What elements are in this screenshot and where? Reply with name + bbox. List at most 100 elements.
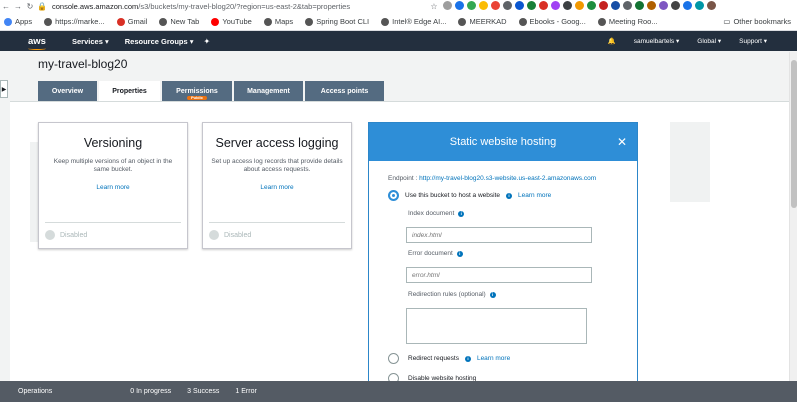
error-document-input[interactable] [406, 267, 592, 283]
learn-more-link[interactable]: Learn more [39, 184, 187, 191]
extension-icon[interactable] [527, 0, 536, 10]
extension-icon[interactable] [479, 0, 488, 10]
star-icon[interactable]: ☆ [428, 1, 440, 13]
extension-icon[interactable] [455, 0, 464, 10]
extension-icon[interactable] [659, 0, 668, 10]
redirection-rules-label: Redirection rules (optional) i [408, 291, 496, 298]
extension-icon[interactable] [491, 0, 500, 10]
tab-label: Overview [51, 87, 84, 95]
aws-logo-text: aws [28, 35, 46, 47]
info-icon[interactable]: i [489, 291, 496, 298]
extension-icon[interactable] [647, 0, 656, 10]
tab-label: Properties [112, 87, 147, 95]
radio-selected-icon[interactable] [388, 190, 399, 201]
index-document-input[interactable] [406, 227, 592, 243]
back-icon[interactable]: ← [0, 1, 12, 13]
extension-icon[interactable] [563, 0, 572, 10]
disabled-radio-icon [209, 230, 219, 240]
server-access-logging-card[interactable]: Server access logging Set up access log … [202, 122, 352, 249]
card-state: Disabled [209, 230, 251, 240]
profile-avatar[interactable] [707, 0, 716, 10]
versioning-card[interactable]: Versioning Keep multiple versions of an … [38, 122, 188, 249]
bookmark-item[interactable]: New Tab [159, 17, 199, 26]
nav-right: 🔔 samuelbartels ▾ Global ▾ Support ▾ [608, 31, 767, 51]
learn-more-link[interactable]: Learn more [203, 184, 351, 191]
extension-icon[interactable] [551, 0, 560, 10]
bookmark-item[interactable]: YouTube [211, 17, 252, 26]
label-text: Index document [408, 210, 455, 217]
tab-access-points[interactable]: Access points [305, 81, 384, 101]
close-icon[interactable]: ✕ [617, 135, 627, 149]
user-menu[interactable]: samuelbartels ▾ [634, 37, 680, 45]
learn-more-link[interactable]: Learn more [477, 355, 510, 362]
extension-icon[interactable] [539, 0, 548, 10]
redirect-requests-option[interactable]: Redirect requests i Learn more [388, 353, 510, 364]
static-website-hosting-card: Static website hosting ✕ Endpoint : http… [368, 122, 638, 384]
bucket-tabs: Overview Properties Permissions Public Ma… [38, 81, 386, 101]
extension-icon[interactable] [503, 0, 512, 10]
label-text: Error document [408, 250, 453, 257]
aws-logo-smile [28, 47, 46, 50]
pin-icon[interactable]: ✦ [204, 37, 211, 46]
extension-icon[interactable] [683, 0, 692, 10]
tab-management[interactable]: Management [234, 81, 303, 101]
extension-icon[interactable] [695, 0, 704, 10]
bookmark-item[interactable]: https://marke... [44, 17, 105, 26]
redirection-rules-textarea[interactable] [406, 308, 587, 344]
info-icon[interactable]: i [506, 192, 513, 199]
extension-icon[interactable] [467, 0, 476, 10]
resource-groups-menu[interactable]: Resource Groups ▾ [125, 37, 194, 46]
info-icon[interactable]: i [458, 210, 465, 217]
tab-properties[interactable]: Properties [99, 81, 160, 101]
card-description: Set up access log records that provide d… [211, 158, 343, 173]
services-menu[interactable]: Services ▾ [72, 37, 109, 46]
extension-icon[interactable] [599, 0, 608, 10]
support-menu[interactable]: Support ▾ [739, 37, 767, 45]
extension-icon[interactable] [635, 0, 644, 10]
resource-groups-label: Resource Groups [124, 36, 188, 46]
divider [209, 222, 345, 223]
services-label: Services [72, 36, 103, 46]
extension-icon[interactable] [587, 0, 596, 10]
other-bookmarks[interactable]: ▭ Other bookmarks [723, 17, 791, 26]
extension-icon[interactable] [611, 0, 620, 10]
endpoint-link[interactable]: http://my-travel-blog20.s3-website.us-ea… [419, 175, 596, 182]
modal-header: Static website hosting ✕ [369, 123, 637, 161]
page-title: my-travel-blog20 [38, 57, 128, 71]
bookmark-item[interactable]: Spring Boot CLI [305, 17, 369, 26]
tab-permissions[interactable]: Permissions Public [162, 81, 232, 101]
side-nav-toggle[interactable]: ▶ [0, 80, 8, 98]
bookmark-item[interactable]: Meeting Roo... [597, 17, 658, 26]
page-scrollbar[interactable] [789, 52, 797, 381]
bell-icon[interactable]: 🔔 [608, 37, 616, 45]
extension-icon[interactable] [515, 0, 524, 10]
radio-icon[interactable] [388, 353, 399, 364]
bookmark-item[interactable]: MEERKAD [458, 17, 507, 26]
region-label: Global [697, 38, 717, 45]
bookmark-item[interactable]: Gmail [116, 17, 147, 26]
info-icon[interactable]: i [456, 250, 463, 257]
bookmark-item[interactable]: Apps [4, 17, 32, 26]
bookmark-item[interactable]: Intel® Edge AI... [381, 17, 446, 26]
bookmark-item[interactable]: Ebooks - Goog... [518, 17, 586, 26]
chevron-down-icon: ▾ [717, 38, 722, 45]
region-menu[interactable]: Global ▾ [697, 37, 721, 45]
forward-icon[interactable]: → [12, 1, 24, 13]
extension-icon[interactable] [671, 0, 680, 10]
operations-bar[interactable]: Operations 0 In progress 3 Success 1 Err… [0, 381, 797, 402]
scroll-thumb[interactable] [791, 60, 797, 208]
learn-more-link[interactable]: Learn more [518, 192, 551, 199]
extension-icon[interactable] [443, 0, 452, 10]
address-bar[interactable]: console.aws.amazon.com/s3/buckets/my-tra… [52, 2, 424, 11]
chevron-down-icon: ▾ [676, 38, 680, 45]
use-bucket-option[interactable]: Use this bucket to host a website i Lear… [388, 190, 551, 201]
extension-icon[interactable] [575, 0, 584, 10]
modal-title: Static website hosting [449, 136, 557, 148]
extension-icon[interactable] [623, 0, 632, 10]
tab-overview[interactable]: Overview [38, 81, 97, 101]
bookmark-item[interactable]: Maps [263, 17, 293, 26]
redirect-requests-label: Redirect requests [408, 355, 459, 362]
reload-icon[interactable]: ↻ [24, 1, 36, 13]
aws-logo[interactable]: aws [28, 35, 50, 50]
info-icon[interactable]: i [464, 355, 471, 362]
